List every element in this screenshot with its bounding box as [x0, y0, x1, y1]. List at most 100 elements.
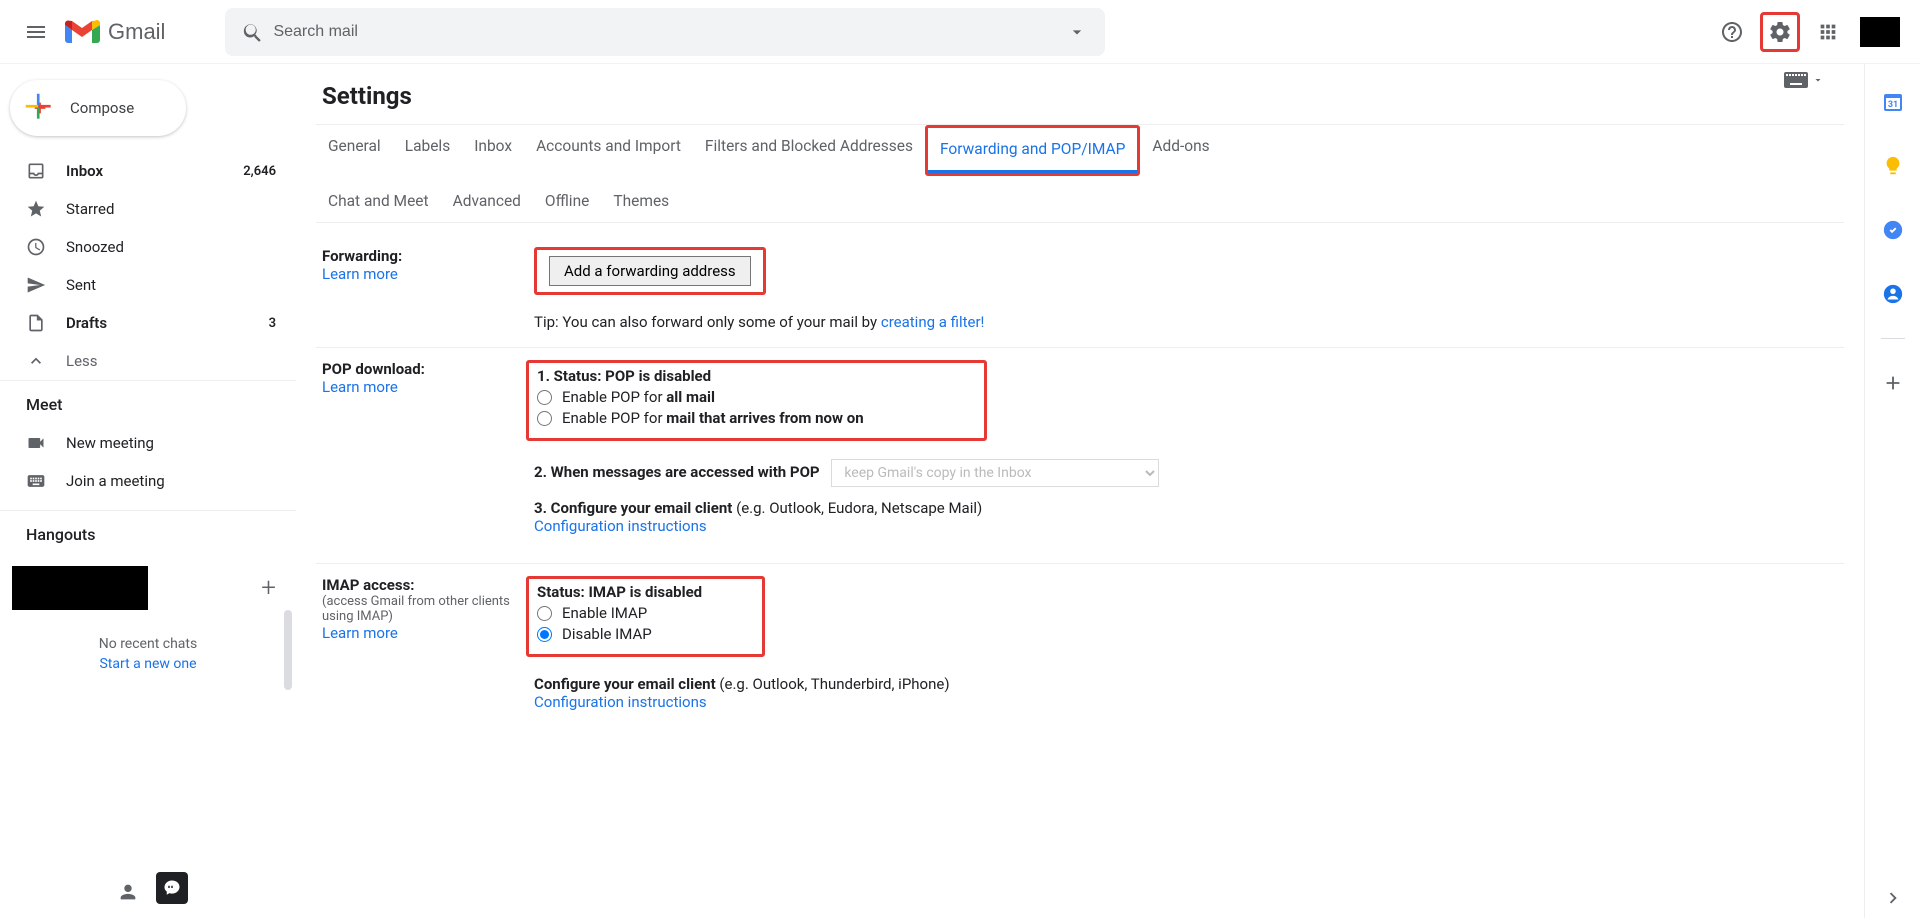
hangouts-empty-text: No recent chats [0, 620, 296, 656]
caret-down-icon [1067, 22, 1087, 42]
app-name: Gmail [108, 19, 165, 45]
gmail-icon [64, 18, 100, 46]
tab-inbox[interactable]: Inbox [462, 125, 524, 176]
sidebar-item-drafts[interactable]: Drafts 3 [0, 304, 296, 342]
file-icon [26, 313, 46, 333]
hangouts-add-button[interactable]: + [261, 573, 276, 603]
person-icon [117, 881, 139, 903]
panel-toggle-button[interactable] [1873, 878, 1913, 918]
creating-filter-link[interactable]: creating a filter! [881, 313, 985, 331]
pop-learn-more[interactable]: Learn more [322, 378, 398, 396]
calendar-panel-button[interactable]: 31 [1873, 82, 1913, 122]
imap-enable-radio[interactable]: Enable IMAP [537, 604, 702, 622]
tab-chat-meet[interactable]: Chat and Meet [316, 180, 441, 222]
imap-section: IMAP access: (access Gmail from other cl… [316, 564, 1844, 727]
tab-general[interactable]: General [316, 125, 393, 176]
sidebar-item-sent[interactable]: Sent [0, 266, 296, 304]
imap-disable-radio[interactable]: Disable IMAP [537, 625, 702, 643]
tab-labels[interactable]: Labels [393, 125, 462, 176]
add-forwarding-address-button[interactable]: Add a forwarding address [549, 256, 751, 286]
tab-offline[interactable]: Offline [533, 180, 601, 222]
sidebar-item-starred[interactable]: Starred [0, 190, 296, 228]
search-input[interactable] [273, 23, 1057, 41]
pop-config-link[interactable]: Configuration instructions [534, 517, 707, 535]
tab-accounts[interactable]: Accounts and Import [524, 125, 693, 176]
keep-panel-button[interactable] [1873, 146, 1913, 186]
forwarding-section: Forwarding: Learn more Add a forwarding … [316, 235, 1844, 348]
sidebar-item-snoozed[interactable]: Snoozed [0, 228, 296, 266]
tab-filters[interactable]: Filters and Blocked Addresses [693, 125, 925, 176]
keyboard-icon [26, 471, 46, 491]
input-tools-button[interactable] [1784, 72, 1824, 88]
clock-icon [26, 237, 46, 257]
pop-step2-label: 2. When messages are accessed with POP [534, 463, 820, 481]
keep-icon [1882, 155, 1904, 177]
nav-label: Snoozed [66, 238, 124, 256]
imap-status: Status: IMAP is disabled [537, 583, 702, 601]
pop-step3-label: 3. Configure your email client [534, 499, 736, 517]
meet-label: Join a meeting [66, 472, 165, 490]
support-button[interactable] [1712, 12, 1752, 52]
sidebar-item-inbox[interactable]: Inbox 2,646 [0, 152, 296, 190]
main-menu-button[interactable] [12, 8, 60, 56]
settings-tabs: General Labels Inbox Accounts and Import… [316, 125, 1844, 176]
hangouts-start-link[interactable]: Start a new one [0, 656, 296, 672]
nav-label: Starred [66, 200, 114, 218]
tab-forwarding-pop-imap[interactable]: Forwarding and POP/IMAP [928, 128, 1137, 173]
nav-label: Sent [66, 276, 96, 294]
sidebar: Compose Inbox 2,646 Starred Snoozed [0, 64, 296, 918]
caret-down-icon [1812, 74, 1824, 86]
pop-access-select[interactable]: keep Gmail's copy in the Inbox [831, 459, 1159, 487]
hangouts-footer-button[interactable] [156, 872, 188, 904]
hamburger-icon [24, 20, 48, 44]
forwarding-learn-more[interactable]: Learn more [322, 265, 398, 283]
gmail-logo[interactable]: Gmail [64, 18, 165, 46]
compose-button[interactable]: Compose [10, 80, 186, 136]
settings-button[interactable] [1760, 12, 1800, 52]
nav-label: Drafts [66, 314, 107, 332]
sidebar-item-less[interactable]: Less [0, 342, 296, 380]
addons-panel-button[interactable] [1873, 363, 1913, 403]
hangouts-user-badge[interactable] [12, 566, 148, 610]
quote-icon [163, 879, 181, 897]
meet-section-title: Meet [0, 381, 296, 424]
tasks-panel-button[interactable] [1873, 210, 1913, 250]
header: Gmail [0, 0, 1920, 64]
imap-config-label: Configure your email client [534, 675, 719, 693]
hangouts-section-title: Hangouts [0, 511, 296, 554]
tab-advanced[interactable]: Advanced [441, 180, 533, 222]
calendar-icon: 31 [1881, 90, 1905, 114]
chevron-up-icon [26, 351, 46, 371]
inbox-icon [26, 161, 46, 181]
forwarding-heading: Forwarding: [322, 247, 534, 265]
apps-button[interactable] [1808, 12, 1848, 52]
tab-addons[interactable]: Add-ons [1140, 125, 1221, 176]
side-panel: 31 [1864, 64, 1920, 918]
search-button[interactable] [233, 12, 273, 52]
star-icon [26, 199, 46, 219]
account-avatar[interactable] [1860, 17, 1900, 47]
search-icon [242, 21, 264, 43]
nav-label: Less [66, 352, 98, 370]
pop-heading: POP download: [322, 360, 534, 378]
pop-enable-all-radio[interactable]: Enable POP for all mail [537, 388, 864, 406]
tab-themes[interactable]: Themes [601, 180, 681, 222]
meet-label: New meeting [66, 434, 154, 452]
plus-icon [1882, 372, 1904, 394]
nav-label: Inbox [66, 162, 103, 180]
page-title: Settings [322, 82, 1844, 110]
contacts-footer-button[interactable] [108, 872, 148, 912]
search-options-dropdown[interactable] [1057, 12, 1097, 52]
chevron-right-icon [1882, 887, 1904, 909]
imap-config-link[interactable]: Configuration instructions [534, 693, 707, 711]
contacts-panel-button[interactable] [1873, 274, 1913, 314]
pop-enable-new-radio[interactable]: Enable POP for mail that arrives from no… [537, 409, 864, 427]
new-meeting-button[interactable]: New meeting [0, 424, 296, 462]
imap-learn-more[interactable]: Learn more [322, 624, 398, 642]
send-icon [26, 275, 46, 295]
forwarding-tip: Tip: You can also forward only some of y… [534, 313, 1844, 331]
sidebar-scrollbar[interactable] [284, 610, 292, 690]
main-content: Settings General Labels Inbox Accounts a… [296, 64, 1864, 918]
pop-status: 1. Status: POP is disabled [537, 367, 864, 385]
join-meeting-button[interactable]: Join a meeting [0, 462, 296, 500]
